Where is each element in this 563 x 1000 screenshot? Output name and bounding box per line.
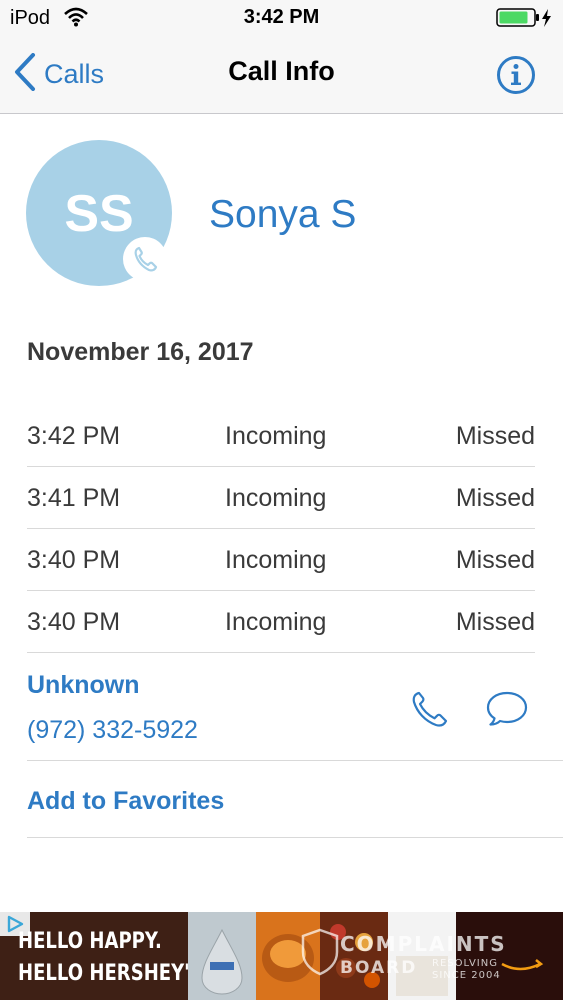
phone-badge-icon: [134, 246, 158, 272]
call-row: 3:40 PM Incoming Missed: [27, 528, 535, 591]
ad-brand-panel: [456, 912, 563, 1000]
phone-number-section: Unknown (972) 332-5922: [27, 653, 563, 761]
call-direction: Incoming: [225, 546, 327, 574]
watermark-line1: COMPLAINTS: [340, 932, 507, 956]
call-direction: Incoming: [225, 422, 327, 450]
status-bar: iPod 3:42 PM: [0, 0, 563, 38]
ad-kisses-image: [188, 912, 256, 1000]
favorites-row: Add to Favorites: [27, 761, 563, 838]
call-time: 3:40 PM: [27, 608, 121, 636]
info-icon[interactable]: [496, 55, 536, 100]
avatar-phone-badge: [123, 237, 167, 281]
message-icon[interactable]: [485, 690, 529, 731]
phone-number[interactable]: (972) 332-5922: [27, 716, 198, 745]
watermark-tag2: SINCE 2004: [432, 970, 501, 981]
call-time: 3:42 PM: [27, 422, 121, 450]
ad-headline-line2: HELLO HERSHEY'S: [18, 961, 203, 986]
bolt-icon: [542, 9, 551, 27]
add-to-favorites-button[interactable]: Add to Favorites: [27, 787, 224, 816]
call-status: Missed: [455, 608, 535, 636]
status-time: 3:42 PM: [243, 6, 320, 28]
watermark-line2: BOARD: [340, 958, 418, 978]
ad-banner[interactable]: HELLO HAPPY. HELLO HERSHEY'S COMPLAINTS …: [0, 912, 563, 1000]
ad-headline: HELLO HAPPY. HELLO HERSHEY'S: [18, 926, 203, 990]
call-row: 3:40 PM Incoming Missed: [27, 590, 535, 653]
contact-name[interactable]: Sonya S: [209, 193, 356, 237]
number-label: Unknown: [27, 671, 140, 699]
nav-bar: Calls Call Info: [0, 38, 563, 114]
page-title: Call Info: [228, 56, 335, 86]
call-row: 3:41 PM Incoming Missed: [27, 466, 535, 529]
call-status: Missed: [455, 484, 535, 512]
call-direction: Incoming: [225, 608, 327, 636]
call-direction: Incoming: [225, 484, 327, 512]
call-time: 3:41 PM: [27, 484, 121, 512]
call-time: 3:40 PM: [27, 546, 121, 574]
ad-product-image: [388, 912, 456, 1000]
call-status: Missed: [455, 546, 535, 574]
call-row: 3:42 PM Incoming Missed: [27, 404, 535, 467]
phone-icon[interactable]: [409, 688, 451, 735]
call-status: Missed: [455, 422, 535, 450]
watermark-tag1: RESOLVING: [432, 958, 498, 969]
call-date: November 16, 2017: [27, 338, 254, 366]
ad-headline-line1: HELLO HAPPY.: [18, 929, 162, 954]
avatar-initials: SS: [64, 185, 134, 243]
battery-icon: [496, 8, 556, 33]
